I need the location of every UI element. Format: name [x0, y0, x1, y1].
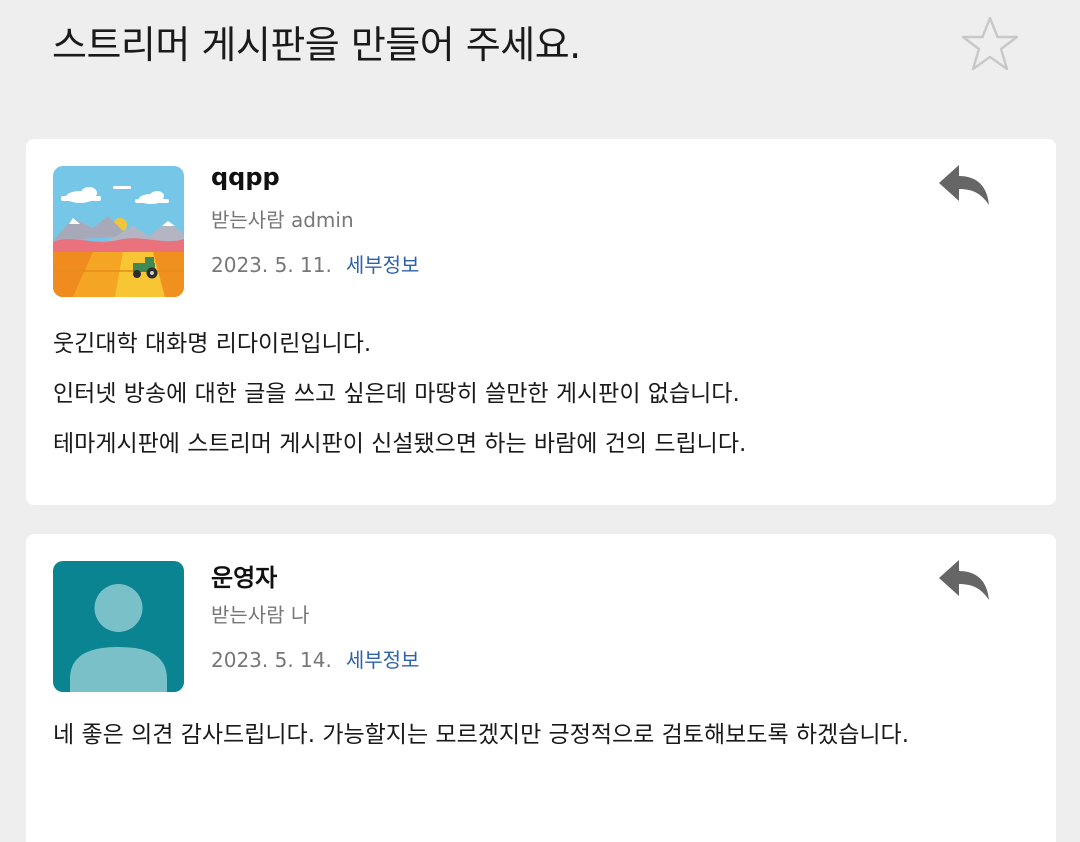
message-line: 인터넷 방송에 대한 글을 쓰고 싶은데 마땅히 쓸만한 게시판이 없습니다.: [53, 381, 740, 407]
reply-icon[interactable]: [934, 556, 994, 606]
message-body: 네 좋은 의견 감사드립니다. 가능할지는 모르겠지만 긍정적으로 검토해보도록…: [53, 709, 1003, 761]
message-line: 네 좋은 의견 감사드립니다. 가능할지는 모르겠지만 긍정적으로 검토해보도록…: [53, 722, 910, 748]
details-link[interactable]: 세부정보: [346, 648, 420, 672]
details-link[interactable]: 세부정보: [346, 253, 420, 277]
message-line: 테마게시판에 스트리머 게시판이 신설됐으면 하는 바람에 건의 드립니다.: [53, 431, 747, 457]
message-card: 운영자 받는사람 나 2023. 5. 14. 세부정보 네 좋은 의견 감사드립…: [26, 534, 1056, 842]
recipient-label: 받는사람 admin: [211, 208, 354, 232]
message-card: qqpp 받는사람 admin 2023. 5. 11. 세부정보 웃긴대학 대화…: [26, 139, 1056, 505]
message-line: 웃긴대학 대화명 리다이린입니다.: [53, 331, 372, 357]
message-date: 2023. 5. 14.: [211, 648, 332, 672]
landscape-avatar-icon: [53, 166, 184, 297]
message-meta: 2023. 5. 11. 세부정보: [211, 249, 419, 278]
default-user-avatar-icon: [53, 561, 184, 692]
message-meta: 2023. 5. 14. 세부정보: [211, 644, 419, 673]
message-thread-page: 스트리머 게시판을 만들어 주세요. qqpp 받는사람 admin 2023.…: [0, 0, 1080, 842]
message-body: 웃긴대학 대화명 리다이린입니다. 인터넷 방송에 대한 글을 쓰고 싶은데 마…: [53, 319, 1013, 469]
sender-name: 운영자: [211, 564, 278, 592]
title-bar: 스트리머 게시판을 만들어 주세요.: [0, 0, 1080, 100]
recipient-label: 받는사람 나: [211, 603, 310, 627]
sender-name: qqpp: [211, 163, 280, 191]
message-date: 2023. 5. 11.: [211, 253, 332, 277]
page-title: 스트리머 게시판을 만들어 주세요.: [52, 23, 581, 67]
star-icon[interactable]: [958, 14, 1022, 74]
reply-icon[interactable]: [934, 161, 994, 211]
